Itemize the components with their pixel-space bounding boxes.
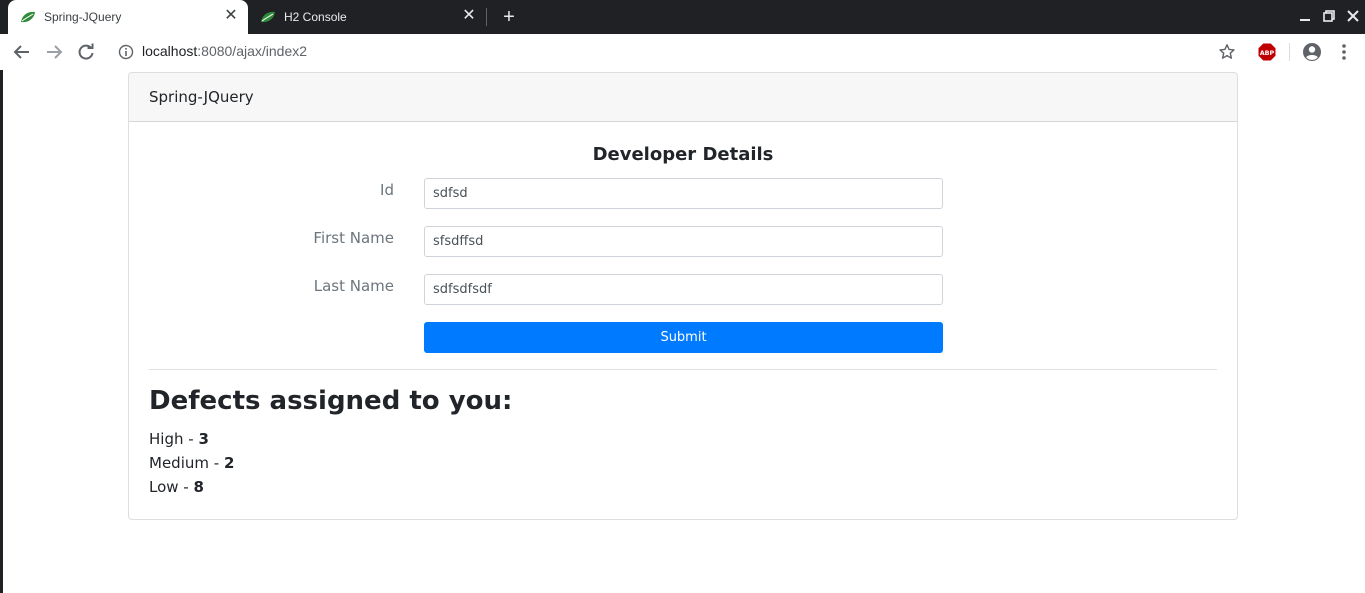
defect-low: Low - 8 xyxy=(149,478,204,496)
new-tab-plus-icon[interactable]: + xyxy=(499,6,519,28)
form-title: Developer Details xyxy=(592,144,774,165)
minimize-icon[interactable] xyxy=(1297,8,1313,24)
defect-label: High - xyxy=(149,430,199,448)
card-header: Spring-JQuery xyxy=(129,73,1237,122)
id-label: Id xyxy=(380,181,394,199)
id-field[interactable] xyxy=(424,178,943,209)
first-name-field[interactable] xyxy=(424,226,943,257)
toolbar-separator xyxy=(1289,43,1290,61)
svg-text:ABP: ABP xyxy=(1260,49,1275,57)
defect-label: Medium - xyxy=(149,454,224,472)
bookmark-star-icon[interactable] xyxy=(1218,43,1236,61)
section-divider xyxy=(149,369,1217,370)
defect-high: High - 3 xyxy=(149,430,209,448)
defect-label: Low - xyxy=(149,478,194,496)
back-arrow-icon[interactable] xyxy=(12,42,32,62)
window-close-icon[interactable] xyxy=(1345,8,1361,24)
url-text[interactable]: localhost:8080/ajax/index2 xyxy=(142,43,307,59)
tab-separator xyxy=(486,8,487,26)
url-host: localhost xyxy=(142,43,198,59)
info-icon[interactable] xyxy=(118,44,134,60)
browser-tab-strip: Spring-JQuery ✕ H2 Console ✕ + xyxy=(0,0,1365,34)
last-name-field[interactable] xyxy=(424,274,943,305)
card-header-title: Spring-JQuery xyxy=(149,88,254,106)
account-avatar-icon[interactable] xyxy=(1302,42,1322,62)
close-icon[interactable]: ✕ xyxy=(460,7,478,25)
window-border xyxy=(0,70,3,593)
defect-count: 8 xyxy=(193,478,204,496)
tab-spring-jquery[interactable]: Spring-JQuery ✕ xyxy=(8,0,248,34)
url-path: :8080/ajax/index2 xyxy=(197,43,308,59)
kebab-menu-icon[interactable] xyxy=(1338,42,1350,62)
forward-arrow-icon[interactable] xyxy=(44,42,64,62)
reload-icon[interactable] xyxy=(76,42,96,62)
defect-medium: Medium - 2 xyxy=(149,454,234,472)
adblock-plus-icon[interactable]: ABP xyxy=(1258,43,1276,61)
tab-title: Spring-JQuery xyxy=(44,10,122,24)
submit-button[interactable]: Submit xyxy=(424,322,943,353)
restore-icon[interactable] xyxy=(1321,8,1337,24)
first-name-label: First Name xyxy=(313,229,394,247)
spring-leaf-icon xyxy=(261,11,275,23)
defect-count: 3 xyxy=(198,430,209,448)
defect-count: 2 xyxy=(223,454,235,472)
tab-h2-console[interactable]: H2 Console ✕ xyxy=(248,0,486,34)
last-name-label: Last Name xyxy=(313,277,394,295)
spring-leaf-icon xyxy=(21,11,35,23)
tab-title: H2 Console xyxy=(284,10,347,24)
main-card: Spring-JQuery Developer Details Id First… xyxy=(128,72,1238,520)
close-icon[interactable]: ✕ xyxy=(222,7,240,25)
defects-heading: Defects assigned to you: xyxy=(149,386,513,416)
